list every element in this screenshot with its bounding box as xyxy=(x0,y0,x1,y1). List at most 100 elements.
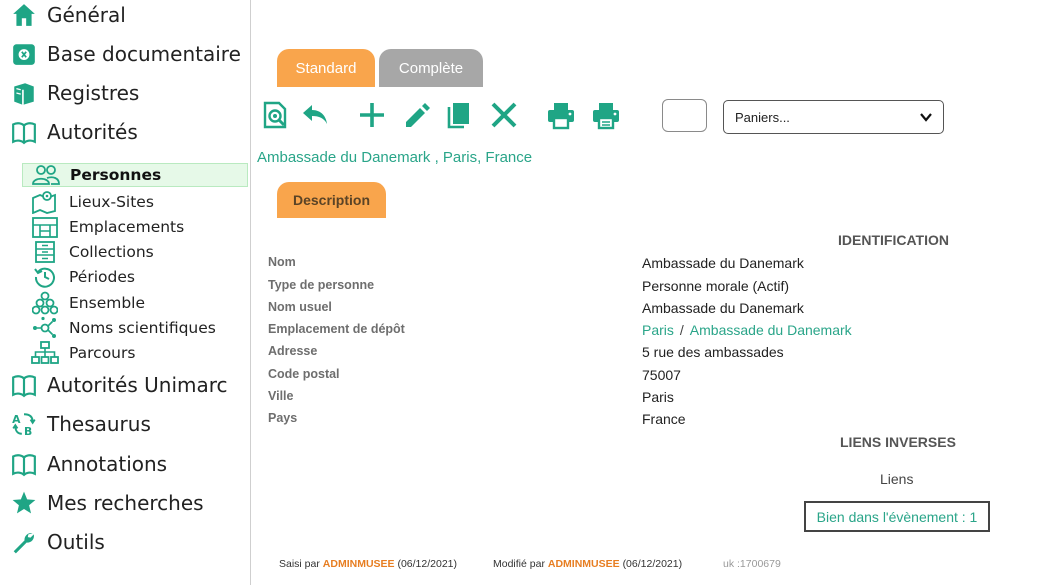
sidebar-subitem-emplacements[interactable]: Emplacements xyxy=(22,215,248,239)
sidebar-item-label: Autorités Unimarc xyxy=(47,373,228,397)
sidebar-item-label: Outils xyxy=(47,530,105,554)
paniers-select[interactable]: Paniers... xyxy=(723,100,944,134)
footer-modified-user: ADMINMUSEE xyxy=(547,558,620,570)
sidebar-item-label: Autorités xyxy=(47,120,138,144)
sidebar-subitem-noms-scientifiques[interactable]: Noms scientifiques xyxy=(22,316,248,340)
field-value-code-postal: 75007 xyxy=(642,367,681,383)
preview-search-icon xyxy=(261,100,291,135)
book-icon xyxy=(10,450,38,478)
sidebar-item-general[interactable]: Général xyxy=(10,0,126,30)
sidebar: Général Base documentaire Registres Auto… xyxy=(0,0,251,585)
field-label-emplacement: Emplacement de dépôt xyxy=(268,322,405,336)
sidebar-subitem-parcours[interactable]: Parcours xyxy=(22,341,248,365)
registers-icon xyxy=(10,79,38,107)
sidebar-item-registres[interactable]: Registres xyxy=(10,78,139,108)
field-value-adresse: 5 rue des ambassades xyxy=(642,344,784,360)
undo-arrow-icon xyxy=(300,100,330,135)
sidebar-item-base-documentaire[interactable]: Base documentaire xyxy=(10,39,241,69)
sidebar-item-label: Thesaurus xyxy=(47,412,151,436)
sidebar-item-label: Annotations xyxy=(47,452,168,476)
record-title: Ambassade du Danemark , Paris, France xyxy=(257,149,533,166)
field-label-type-personne: Type de personne xyxy=(268,278,375,292)
emplacement-link-ambassade[interactable]: Ambassade du Danemark xyxy=(690,322,852,338)
breadcrumb-separator: / xyxy=(679,322,684,338)
field-label-code-postal: Code postal xyxy=(268,367,340,381)
copy-icon xyxy=(445,100,475,135)
plus-icon xyxy=(357,100,387,135)
section-liens-inverses-heading: LIENS INVERSES xyxy=(840,434,956,450)
wrench-icon xyxy=(10,528,38,556)
sidebar-item-thesaurus[interactable]: AB Thesaurus xyxy=(10,409,151,439)
field-label-nom: Nom xyxy=(268,255,296,269)
printer-icon xyxy=(591,100,621,135)
sidebar-subitem-label: Collections xyxy=(69,243,154,261)
footer-modified-prefix: Modifié par xyxy=(493,558,545,570)
section-identification-heading: IDENTIFICATION xyxy=(838,232,949,248)
field-label-pays: Pays xyxy=(268,411,298,425)
close-icon xyxy=(489,100,519,135)
sidebar-item-label: Général xyxy=(47,3,126,27)
sidebar-item-outils[interactable]: Outils xyxy=(10,527,105,557)
emplacement-link-paris[interactable]: Paris xyxy=(642,322,674,338)
sidebar-item-label: Mes recherches xyxy=(47,491,204,515)
print-list-button[interactable] xyxy=(590,101,622,133)
field-label-nom-usuel: Nom usuel xyxy=(268,300,332,314)
sidebar-subitem-collections[interactable]: Collections xyxy=(22,240,248,264)
field-value-ville: Paris xyxy=(642,389,674,405)
sidebar-item-label: Registres xyxy=(47,81,140,105)
field-value-emplacement: Paris / Ambassade du Danemark xyxy=(642,322,852,338)
building-icon xyxy=(30,215,60,239)
sidebar-item-label: Base documentaire xyxy=(47,42,241,66)
paniers-select-value: Paniers... xyxy=(735,109,790,125)
sidebar-subitem-label: Noms scientifiques xyxy=(69,319,216,337)
back-button[interactable] xyxy=(299,101,331,133)
book-icon xyxy=(10,118,38,146)
delete-button[interactable] xyxy=(488,101,520,133)
sidebar-item-autorites[interactable]: Autorités xyxy=(10,117,138,147)
sidebar-subitem-label: Lieux-Sites xyxy=(69,193,154,211)
add-button[interactable] xyxy=(356,101,388,133)
footer-created-prefix: Saisi par xyxy=(279,558,320,570)
sidebar-item-annotations[interactable]: Annotations xyxy=(10,449,167,479)
footer-modified: Modifié par ADMINMUSEE (06/12/2021) xyxy=(493,558,682,570)
sidebar-subitem-label: Périodes xyxy=(69,268,135,286)
history-icon xyxy=(30,265,60,289)
printer-icon xyxy=(546,100,576,135)
footer-created: Saisi par ADMINMUSEE (06/12/2021) xyxy=(279,558,457,570)
svg-text:B: B xyxy=(24,425,32,437)
sidebar-subitem-lieux-sites[interactable]: Lieux-Sites xyxy=(22,190,248,214)
thesaurus-icon: AB xyxy=(10,410,38,438)
sidebar-subitem-ensemble[interactable]: Ensemble xyxy=(22,291,248,315)
field-value-type-personne: Personne morale (Actif) xyxy=(642,278,790,294)
tree-icon xyxy=(30,341,60,365)
cluster-icon xyxy=(30,291,60,315)
field-value-pays: France xyxy=(642,411,686,427)
field-value-nom: Ambassade du Danemark xyxy=(642,255,804,271)
sidebar-subitem-periodes[interactable]: Périodes xyxy=(22,265,248,289)
sidebar-item-mes-recherches[interactable]: Mes recherches xyxy=(10,488,204,518)
tab-complete[interactable]: Complète xyxy=(379,49,483,87)
field-value-nom-usuel: Ambassade du Danemark xyxy=(642,300,804,316)
sidebar-subitem-label: Parcours xyxy=(69,344,136,362)
field-label-adresse: Adresse xyxy=(268,344,318,358)
liens-evenement-link[interactable]: Bien dans l'évènement : 1 xyxy=(804,501,990,532)
sidebar-subitem-personnes[interactable]: Personnes xyxy=(22,163,248,187)
people-icon xyxy=(31,163,61,187)
sidebar-subitem-label: Ensemble xyxy=(69,294,146,312)
preview-button[interactable] xyxy=(260,101,292,133)
svg-text:A: A xyxy=(12,413,21,426)
star-icon xyxy=(10,489,38,517)
tab-standard[interactable]: Standard xyxy=(277,49,375,87)
footer-created-date: (06/12/2021) xyxy=(397,558,458,570)
map-icon xyxy=(30,190,60,214)
cabinet-icon xyxy=(30,240,60,264)
home-icon xyxy=(10,1,38,29)
duplicate-button[interactable] xyxy=(444,101,476,133)
selection-checkbox[interactable] xyxy=(662,99,707,132)
sidebar-item-autorites-unimarc[interactable]: Autorités Unimarc xyxy=(10,370,228,400)
tab-description[interactable]: Description xyxy=(277,182,386,218)
footer-uk-id: uk :1700679 xyxy=(723,558,781,570)
print-button[interactable] xyxy=(545,101,577,133)
chevron-down-icon xyxy=(919,110,933,127)
edit-button[interactable] xyxy=(401,101,433,133)
